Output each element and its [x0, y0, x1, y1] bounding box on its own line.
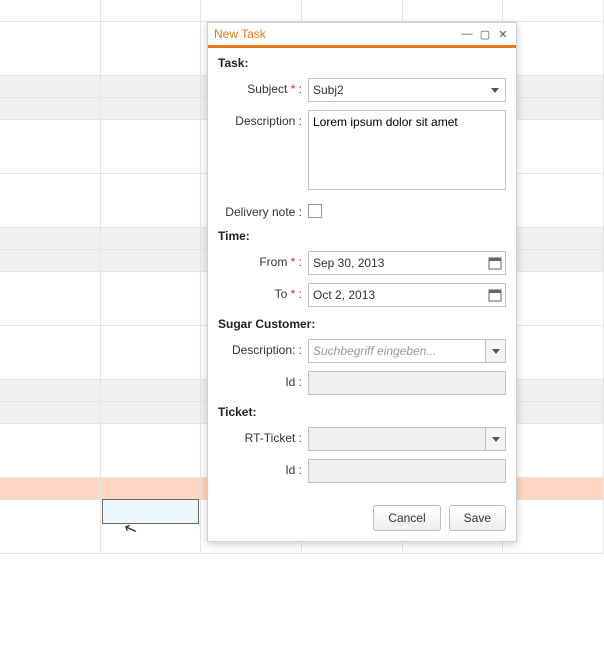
dialog-title: New Task [214, 27, 460, 41]
new-task-dialog: New Task — ▢ ✕ Task: Subject * : Subj2 D… [207, 22, 517, 542]
rt-ticket-combo [308, 427, 506, 451]
section-time-heading: Time: [218, 229, 506, 243]
chevron-down-icon[interactable] [485, 79, 505, 101]
rt-ticket-label: RT-Ticket : [218, 427, 308, 445]
delivery-note-checkbox[interactable] [308, 204, 322, 218]
delivery-note-label: Delivery note : [218, 201, 308, 219]
subject-label: Subject * : [218, 78, 308, 96]
description-label: Description : [218, 110, 308, 128]
description-textarea[interactable]: Lorem ipsum dolor sit amet [308, 110, 506, 190]
subject-combo[interactable]: Subj2 [308, 78, 506, 102]
cancel-button[interactable]: Cancel [373, 505, 440, 531]
maximize-icon[interactable]: ▢ [478, 27, 492, 41]
section-sugar-heading: Sugar Customer: [218, 317, 506, 331]
sugar-description-label: Description: : [218, 339, 308, 357]
sugar-id-input [308, 371, 506, 395]
close-icon[interactable]: ✕ [496, 27, 510, 41]
from-label: From * : [218, 251, 308, 269]
to-label: To * : [218, 283, 308, 301]
ticket-id-label: Id : [218, 459, 308, 477]
from-date-value: Sep 30, 2013 [313, 256, 384, 270]
minimize-icon[interactable]: — [460, 27, 474, 41]
chevron-down-icon [485, 428, 505, 450]
sugar-description-combo[interactable]: Suchbegriff eingeben... [308, 339, 506, 363]
calendar-selected-cell[interactable] [102, 499, 199, 524]
save-button[interactable]: Save [449, 505, 506, 531]
calendar-icon[interactable] [488, 288, 502, 302]
from-date-input[interactable]: Sep 30, 2013 [308, 251, 506, 275]
dialog-titlebar[interactable]: New Task — ▢ ✕ [208, 23, 516, 48]
ticket-id-input [308, 459, 506, 483]
section-ticket-heading: Ticket: [218, 405, 506, 419]
calendar-icon[interactable] [488, 256, 502, 270]
sugar-id-label: Id : [218, 371, 308, 389]
subject-value: Subj2 [313, 83, 344, 97]
to-date-input[interactable]: Oct 2, 2013 [308, 283, 506, 307]
to-date-value: Oct 2, 2013 [313, 288, 375, 302]
chevron-down-icon[interactable] [485, 340, 505, 362]
sugar-description-placeholder: Suchbegriff eingeben... [313, 344, 436, 358]
section-task-heading: Task: [218, 56, 506, 70]
